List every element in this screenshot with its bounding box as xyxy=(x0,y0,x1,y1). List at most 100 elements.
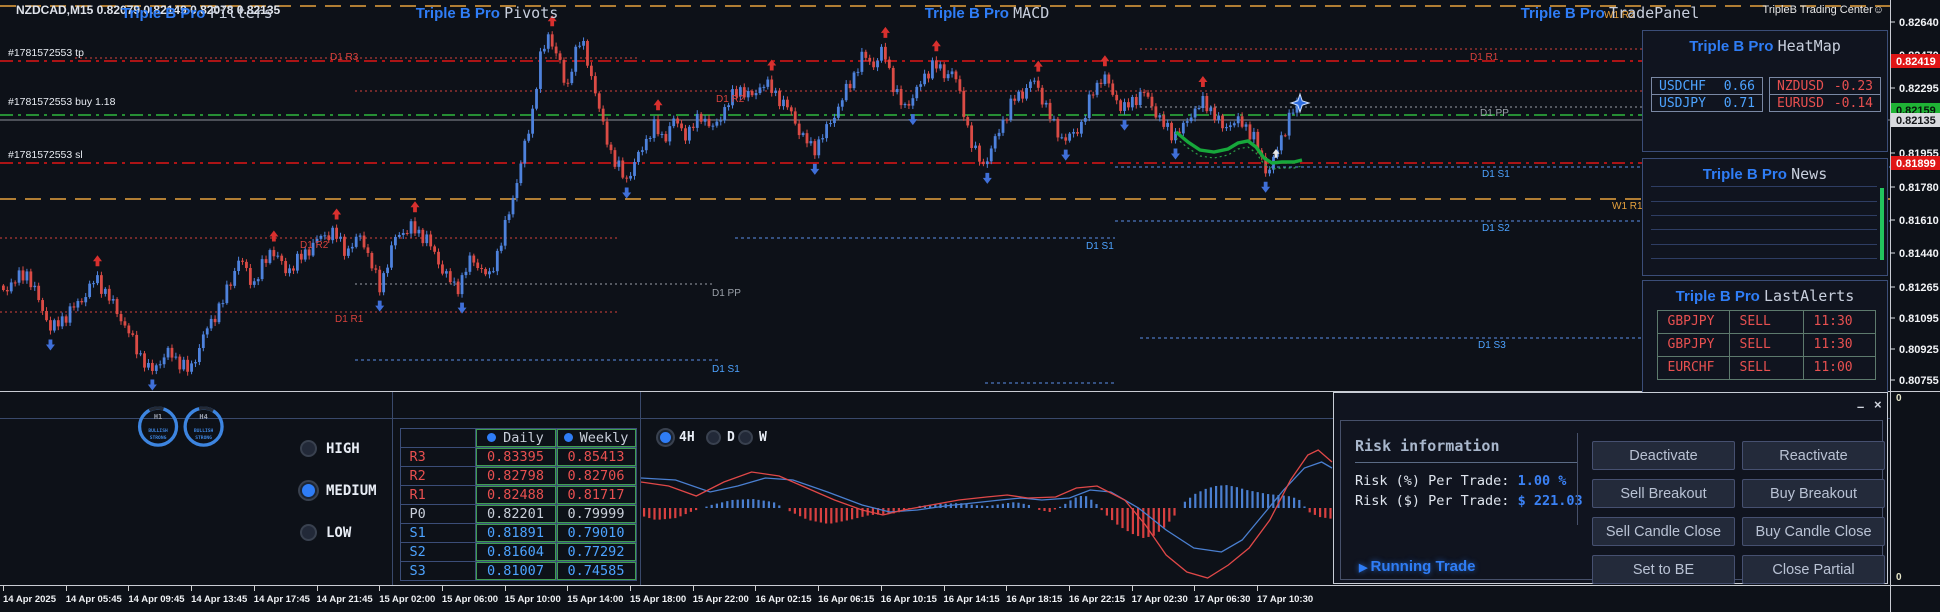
triangle-right-icon: ▶ xyxy=(1359,562,1371,574)
minimize-icon[interactable]: – xyxy=(1857,399,1864,414)
news-panel-title: Triple B Pro News xyxy=(1643,159,1887,183)
radio-label: 4H xyxy=(679,430,695,445)
time-axis-label: 14 Apr 21:45 xyxy=(317,594,373,605)
heatmap-negative-table: NZDUSD -0.23EURUSD -0.14 xyxy=(1769,77,1881,112)
svg-text:0.82419: 0.82419 xyxy=(1896,56,1936,68)
svg-text:W1 R1: W1 R1 xyxy=(1612,201,1643,212)
level-labels: W1 R2D1 R3D1 R1D1 R2D1 PPD1 S1W1 R1D1 S2… xyxy=(8,10,1643,375)
time-axis-label: 16 Apr 06:15 xyxy=(818,594,874,605)
time-axis-tick xyxy=(1257,586,1258,591)
candles xyxy=(2,31,1298,375)
buy-candle-close-button[interactable]: Buy Candle Close xyxy=(1742,517,1885,546)
svg-text:D1 R1: D1 R1 xyxy=(1470,52,1499,63)
radio-icon xyxy=(487,433,496,442)
time-axis-tick xyxy=(567,586,568,591)
pivot-row-label: S3 xyxy=(400,561,476,581)
time-axis-tick xyxy=(1069,586,1070,591)
svg-text:#1781572553 sl: #1781572553 sl xyxy=(8,149,83,161)
time-axis-label: 15 Apr 22:00 xyxy=(693,594,749,605)
pivot-column-daily[interactable]: Daily xyxy=(475,428,557,448)
time-axis-tick xyxy=(442,586,443,591)
alerts-table: GBPJPYSELL11:30GBPJPYSELL11:30EURCHFSELL… xyxy=(1657,310,1875,379)
news-row xyxy=(1651,215,1877,230)
time-axis-label: 14 Apr 17:45 xyxy=(254,594,310,605)
radio-label: D xyxy=(727,430,735,445)
pivot-column-weekly[interactable]: Weekly xyxy=(556,428,637,448)
svg-text:0.82135: 0.82135 xyxy=(1896,115,1936,127)
pivot-row-label: P0 xyxy=(400,504,476,524)
reactivate-button[interactable]: Reactivate xyxy=(1742,441,1885,470)
pivot-weekly-value: 0.77292 xyxy=(556,542,637,562)
radio-label: LOW xyxy=(326,525,351,541)
svg-text:D1 S3: D1 S3 xyxy=(1478,340,1506,351)
svg-text:D1 S1: D1 S1 xyxy=(1482,169,1510,180)
macd-scale-bottom: 0 xyxy=(1896,572,1902,583)
trading-terminal-window: W1 R2D1 R3D1 R1D1 R2D1 PPD1 S1W1 R1D1 S2… xyxy=(0,0,1940,612)
sell-breakout-button[interactable]: Sell Breakout xyxy=(1592,479,1735,508)
pivot-row-label: S2 xyxy=(400,542,476,562)
set-to-be-button[interactable]: Set to BE xyxy=(1592,555,1735,584)
heatmap-pair: USDCHF xyxy=(1659,79,1706,94)
close-icon[interactable]: × xyxy=(1874,397,1882,412)
panel-divider xyxy=(640,392,641,585)
radio-label: W xyxy=(759,430,767,445)
time-axis-label: 16 Apr 22:15 xyxy=(1069,594,1125,605)
alert-time: 11:00 xyxy=(1803,356,1876,380)
svg-text:#1781572553 tp: #1781572553 tp xyxy=(8,47,84,59)
time-axis-tick xyxy=(818,586,819,591)
risk-label: Risk (%) Per Trade: xyxy=(1355,473,1518,489)
tradepanel: Risk information Risk (%) Per Trade: 1.0… xyxy=(1333,392,1888,584)
time-axis-label: 14 Apr 05:45 xyxy=(66,594,122,605)
deactivate-button[interactable]: Deactivate xyxy=(1592,441,1735,470)
heatmap-value: 0.66 xyxy=(1724,79,1755,94)
tradepanel-vdivider xyxy=(1577,433,1578,525)
risk-value: $ 221.03 xyxy=(1518,493,1583,509)
svg-text:0.80925: 0.80925 xyxy=(1899,344,1939,356)
gauge-state-2: STRONG xyxy=(150,435,167,441)
panel-divider xyxy=(392,392,393,585)
pivot-daily-value: 0.82488 xyxy=(475,485,557,505)
alert-symbol: GBPJPY xyxy=(1657,310,1730,334)
pivot-weekly-value: 0.81717 xyxy=(556,485,637,505)
pivot-daily-value: 0.81891 xyxy=(475,523,557,543)
heatmap-positive-table: USDCHF 0.66USDJPY 0.71 xyxy=(1651,77,1763,112)
running-trade-toggle[interactable]: ▶ Running Trade xyxy=(1359,558,1476,575)
time-axis-label: 16 Apr 14:15 xyxy=(944,594,1000,605)
filter-level-radio-medium[interactable]: MEDIUM xyxy=(300,482,377,499)
time-axis-tick xyxy=(1194,586,1195,591)
time-axis-label: 15 Apr 10:00 xyxy=(505,594,561,605)
pivot-row-label: S1 xyxy=(400,523,476,543)
buy-breakout-button[interactable]: Buy Breakout xyxy=(1742,479,1885,508)
time-axis-label: 14 Apr 13:45 xyxy=(191,594,247,605)
time-axis-tick xyxy=(191,586,192,591)
time-axis-label: 16 Apr 18:15 xyxy=(1006,594,1062,605)
pivot-weekly-value: 0.79010 xyxy=(556,523,637,543)
heatmap-row: NZDUSD -0.23 xyxy=(1770,78,1880,94)
alert-action: SELL xyxy=(1729,310,1804,334)
pivots-corner-cell xyxy=(400,428,476,448)
close-partial-button[interactable]: Close Partial xyxy=(1742,555,1885,584)
heatmap-pair: NZDUSD xyxy=(1777,79,1824,94)
pivot-daily-value: 0.81007 xyxy=(475,561,557,581)
macd-timeframe-4h[interactable]: 4H xyxy=(658,430,695,445)
sell-candle-close-button[interactable]: Sell Candle Close xyxy=(1592,517,1735,546)
filter-level-radio-low[interactable]: LOW xyxy=(300,524,351,541)
radio-label: MEDIUM xyxy=(326,483,377,499)
pivot-column-label: Weekly xyxy=(580,430,629,446)
time-axis-label: 14 Apr 2025 xyxy=(3,594,56,605)
time-axis-label: 17 Apr 02:30 xyxy=(1132,594,1188,605)
gauge-state-1: BULLISH xyxy=(148,428,168,434)
macd-timeframe-d[interactable]: D xyxy=(706,430,735,445)
heatmap-row: EURUSD -0.14 xyxy=(1770,94,1880,111)
news-scrollbar[interactable] xyxy=(1880,188,1884,260)
pivot-weekly-value: 0.79999 xyxy=(556,504,637,524)
filter-level-radio-high[interactable]: HIGH xyxy=(300,440,360,457)
svg-text:D1 PP: D1 PP xyxy=(1480,108,1509,119)
macd-timeframe-w[interactable]: W xyxy=(738,430,767,445)
radio-icon xyxy=(658,430,673,445)
pivot-order-lines xyxy=(0,6,1890,383)
time-axis-label: 17 Apr 06:30 xyxy=(1194,594,1250,605)
time-axis-label: 16 Apr 02:15 xyxy=(755,594,811,605)
radio-icon xyxy=(564,433,573,442)
alert-action: SELL xyxy=(1729,333,1804,357)
